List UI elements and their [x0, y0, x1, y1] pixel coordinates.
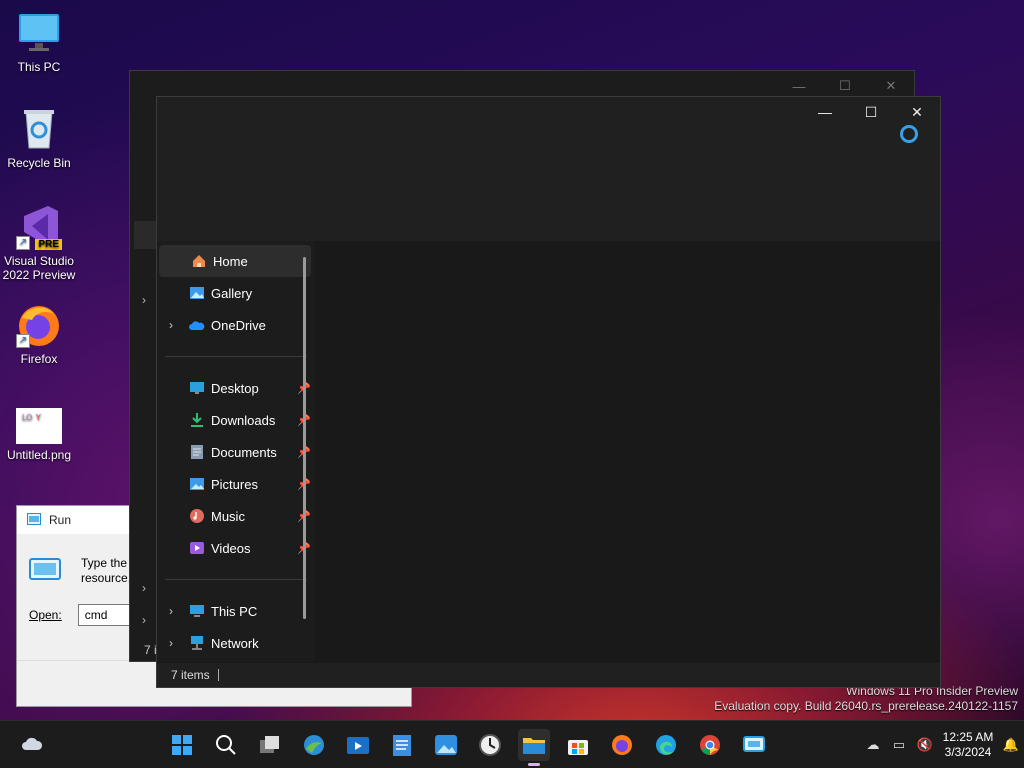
nav-scrollbar[interactable]: [303, 257, 306, 619]
chevron-right-icon[interactable]: ›: [169, 636, 173, 650]
desktop-icon-label: Recycle Bin: [7, 156, 71, 170]
nature-app-icon[interactable]: [298, 729, 330, 761]
pre-badge: PRE: [35, 239, 62, 250]
firefox-icon: ↗: [16, 302, 62, 348]
taskbar: ☁ ▭ 🔇 12:25 AM 3/3/2024 🔔: [0, 720, 1024, 768]
run-app-icon: [27, 512, 41, 528]
maximize-button[interactable]: ☐: [848, 97, 894, 127]
documents-icon: [189, 444, 205, 460]
music-icon: [189, 508, 205, 524]
home-icon: [191, 253, 207, 269]
desktop-folder-icon: [189, 380, 205, 396]
nav-item-pictures[interactable]: Pictures 📌: [157, 468, 315, 500]
chevron-right-icon[interactable]: ›: [142, 581, 146, 595]
search-icon[interactable]: [210, 729, 242, 761]
navigation-pane: Home Gallery › OneDrive Desktop 📌 Downlo…: [157, 241, 315, 661]
content-area[interactable]: [315, 241, 940, 661]
nav-item-onedrive[interactable]: › OneDrive: [157, 309, 315, 341]
desktop-icon-label: Firefox: [20, 352, 58, 366]
nav-item-network[interactable]: › Network: [157, 627, 315, 659]
widgets-icon[interactable]: [16, 729, 48, 761]
back-status-text: 7 i: [144, 643, 157, 657]
desktop-icon-firefox[interactable]: ↗ Firefox: [0, 302, 78, 366]
desktop-icon-label: This PC: [17, 60, 61, 74]
recycle-bin-icon: [16, 106, 62, 152]
start-icon[interactable]: [166, 729, 198, 761]
close-button[interactable]: ✕: [894, 97, 940, 127]
desktop-icon-recycle-bin[interactable]: Recycle Bin: [0, 106, 78, 170]
nav-item-videos[interactable]: Videos 📌: [157, 532, 315, 564]
monitor-icon: [16, 10, 62, 56]
status-divider: [217, 669, 219, 681]
windows-watermark: Windows 11 Pro Insider Preview Evaluatio…: [714, 684, 1018, 713]
nav-item-desktop[interactable]: Desktop 📌: [157, 372, 315, 404]
edge-icon[interactable]: [650, 729, 682, 761]
back-nav-selection: [134, 221, 156, 249]
remote-desktop-icon[interactable]: [738, 729, 770, 761]
pictures-icon: [189, 476, 205, 492]
task-view-icon[interactable]: [254, 729, 286, 761]
open-label: Open:: [29, 608, 62, 622]
gallery-icon: [189, 285, 205, 301]
media-player-icon[interactable]: [342, 729, 374, 761]
nav-item-home[interactable]: Home: [159, 245, 311, 277]
network-icon: [189, 635, 205, 651]
system-tray: ☁ ▭ 🔇 12:25 AM 3/3/2024 🔔: [860, 721, 1024, 768]
chevron-right-icon[interactable]: ›: [142, 613, 146, 627]
run-program-icon: [29, 556, 61, 586]
clock[interactable]: 12:25 AM 3/3/2024: [938, 730, 998, 760]
desktop-icon-label: Untitled.png: [6, 448, 72, 462]
nav-item-this-pc[interactable]: › This PC: [157, 595, 315, 627]
shortcut-arrow-icon: ↗: [16, 236, 30, 250]
desktop-icon-visual-studio[interactable]: PRE ↗ Visual Studio 2022 Preview: [0, 204, 78, 282]
store-icon[interactable]: [562, 729, 594, 761]
notification-bell-icon[interactable]: 🔔: [998, 737, 1024, 753]
loading-spinner-icon: [900, 125, 918, 143]
chrome-icon[interactable]: [694, 729, 726, 761]
minimize-button[interactable]: —: [802, 97, 848, 127]
nav-item-gallery[interactable]: Gallery: [157, 277, 315, 309]
shortcut-arrow-icon: ↗: [16, 334, 30, 348]
network-status-icon[interactable]: ▭: [886, 737, 912, 753]
file-explorer-window: — ☐ ✕ Home Gallery › OneDrive Desktop 📌: [156, 96, 941, 688]
notepad-icon[interactable]: [386, 729, 418, 761]
desktop-icon-untitled-png[interactable]: LO Y Untitled.png: [0, 402, 78, 462]
this-pc-icon: [189, 603, 205, 619]
chevron-right-icon[interactable]: ›: [169, 604, 173, 618]
explorer-header: — ☐ ✕: [157, 97, 940, 241]
status-bar: 7 items: [157, 663, 940, 687]
photos-icon[interactable]: [430, 729, 462, 761]
nav-divider: [165, 579, 307, 580]
onedrive-offline-icon[interactable]: ☁: [860, 737, 886, 753]
nav-divider: [165, 356, 307, 357]
videos-icon: [189, 540, 205, 556]
nav-item-music[interactable]: Music 📌: [157, 500, 315, 532]
chevron-right-icon[interactable]: ›: [169, 318, 173, 332]
onedrive-icon: [189, 317, 205, 333]
file-explorer-icon[interactable]: [518, 729, 550, 766]
desktop-icon-this-pc[interactable]: This PC: [0, 10, 78, 74]
nav-item-downloads[interactable]: Downloads 📌: [157, 404, 315, 436]
firefox-icon[interactable]: [606, 729, 638, 761]
image-thumbnail-icon: LO Y: [16, 408, 62, 444]
nav-item-documents[interactable]: Documents 📌: [157, 436, 315, 468]
item-count: 7 items: [171, 668, 210, 682]
chevron-right-icon[interactable]: ›: [142, 293, 146, 307]
volume-muted-icon[interactable]: 🔇: [912, 737, 938, 753]
svg-text:Y: Y: [35, 413, 41, 422]
clock-icon[interactable]: [474, 729, 506, 761]
visual-studio-icon: PRE ↗: [16, 204, 62, 250]
desktop-icon-label: Visual Studio 2022 Preview: [2, 254, 76, 282]
downloads-icon: [189, 412, 205, 428]
svg-text:LO: LO: [22, 413, 32, 422]
run-title: Run: [49, 513, 72, 527]
